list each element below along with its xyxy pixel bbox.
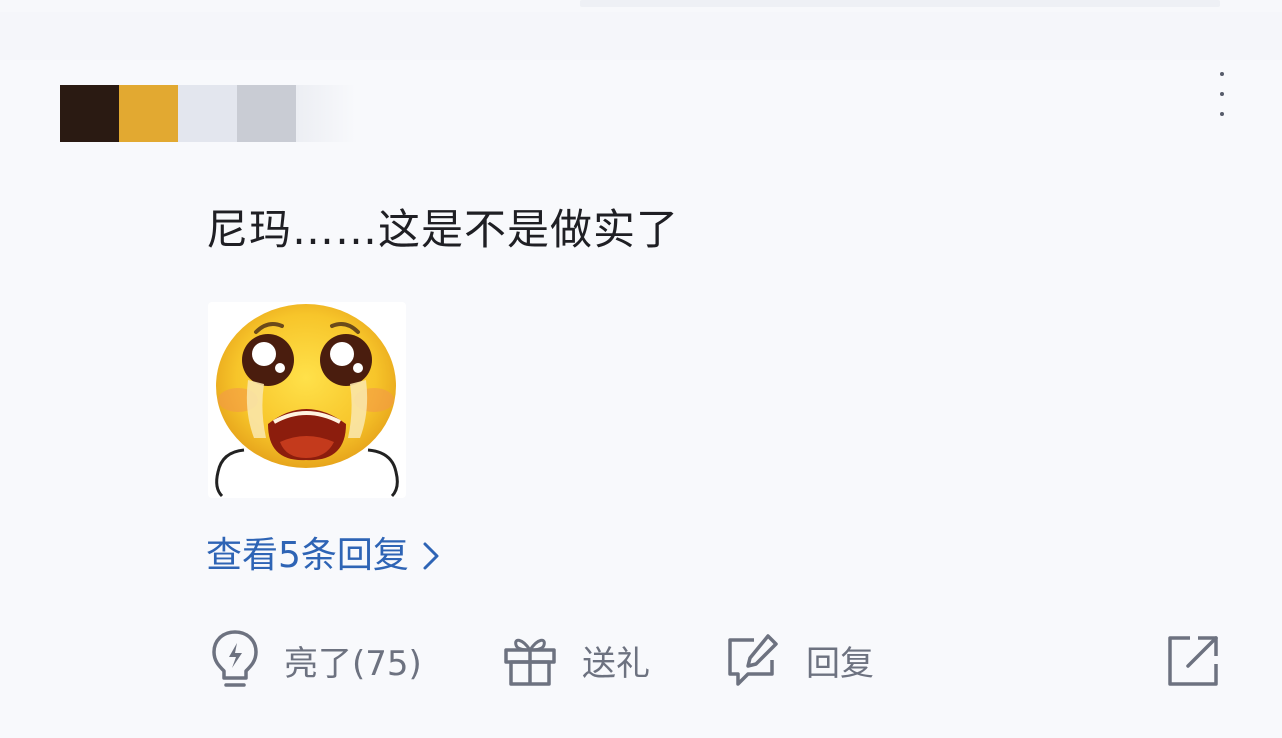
gift-button[interactable]: 送礼	[502, 624, 650, 696]
more-options-button[interactable]	[1208, 72, 1236, 116]
avatar-mask-block	[60, 85, 119, 142]
gift-label: 送礼	[582, 643, 650, 684]
view-replies-link[interactable]: 查看5条回复	[206, 530, 441, 582]
like-button[interactable]: 亮了(75)	[210, 624, 422, 696]
more-dot-icon	[1220, 112, 1224, 116]
share-icon	[1168, 636, 1218, 686]
user-info-masked[interactable]	[60, 85, 356, 142]
more-dot-icon	[1220, 92, 1224, 96]
comment-edit-icon	[728, 634, 778, 686]
comment-text: 尼玛……这是不是做实了	[206, 205, 680, 254]
username-mask-block	[237, 85, 296, 142]
gift-icon	[504, 638, 556, 686]
top-tab-ghost	[580, 0, 1220, 7]
action-bar: 亮了(75) 送礼 回复	[210, 624, 1230, 696]
view-replies-label: 查看5条回复	[206, 535, 409, 576]
chevron-right-icon	[423, 542, 439, 570]
crying-face-icon	[215, 304, 399, 498]
crying-face-sticker[interactable]	[208, 302, 406, 498]
username-mask-block	[119, 85, 178, 142]
top-strip	[0, 0, 1282, 12]
username-mask-block	[178, 85, 237, 142]
reply-button[interactable]: 回复	[724, 624, 874, 696]
more-dot-icon	[1220, 72, 1224, 76]
reply-label: 回复	[806, 643, 874, 684]
share-button[interactable]	[1166, 624, 1222, 696]
username-mask-fade	[296, 85, 356, 142]
lightbulb-icon	[212, 630, 258, 687]
like-label: 亮了(75)	[284, 643, 422, 684]
